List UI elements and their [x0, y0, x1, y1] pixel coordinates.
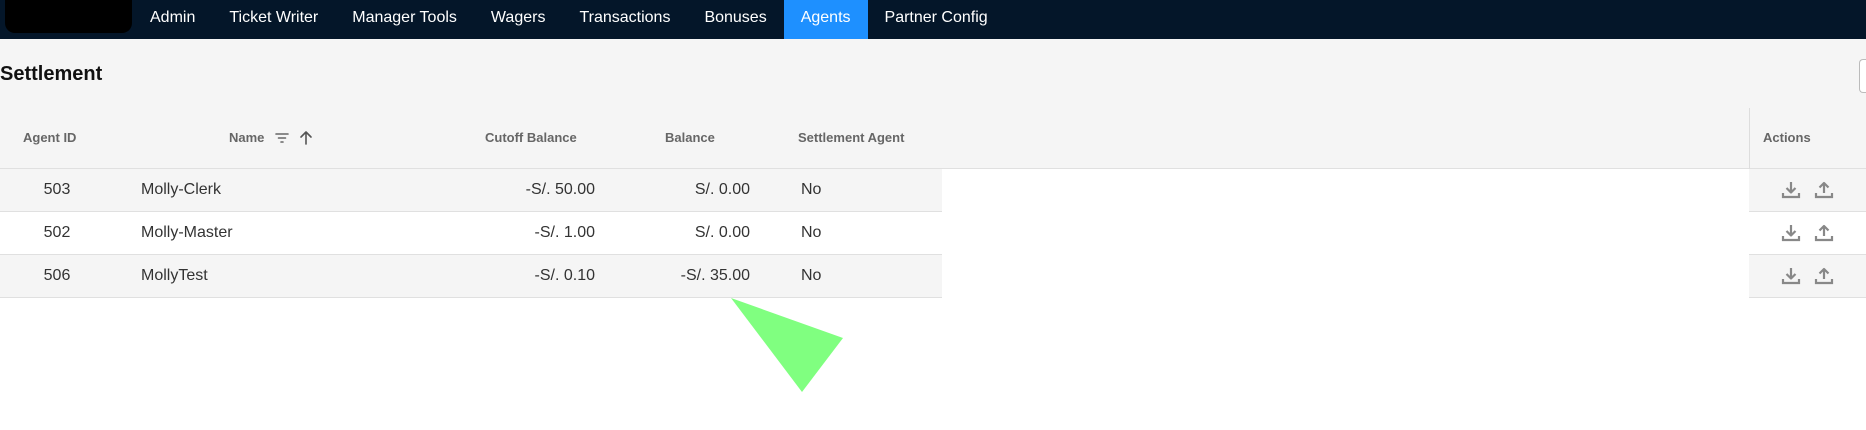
table-row[interactable]: 502 Molly-Master -S/. 1.00 S/. 0.00 No	[0, 212, 942, 255]
actions-divider	[1749, 108, 1750, 169]
nav-item-agents[interactable]: Agents	[783, 0, 868, 39]
header-action-button[interactable]	[1859, 59, 1866, 93]
cell-name: MollyTest	[141, 267, 208, 284]
cell-agent-id: 506	[43, 267, 71, 284]
row-actions	[1749, 255, 1866, 298]
download-icon[interactable]	[1781, 266, 1801, 286]
nav-item-bonuses[interactable]: Bonuses	[687, 0, 783, 39]
cell-agent-id: 502	[43, 224, 71, 241]
page-header: Settlement	[0, 39, 1866, 108]
nav-menu: Admin Ticket Writer Manager Tools Wagers…	[133, 0, 1005, 39]
cell-cutoff-balance: -S/. 1.00	[534, 224, 595, 241]
nav-item-manager-tools[interactable]: Manager Tools	[335, 0, 474, 39]
column-header-agent-id[interactable]: Agent ID	[23, 108, 76, 168]
column-header-name[interactable]: Name	[229, 108, 264, 168]
top-nav: Admin Ticket Writer Manager Tools Wagers…	[0, 0, 1866, 39]
download-icon[interactable]	[1781, 223, 1801, 243]
column-header-settlement-agent[interactable]: Settlement Agent	[798, 108, 904, 168]
nav-item-admin[interactable]: Admin	[133, 0, 212, 39]
row-actions	[1749, 169, 1866, 212]
page-title: Settlement	[0, 63, 103, 85]
column-header-actions: Actions	[1763, 130, 1811, 145]
cell-settlement-agent: No	[801, 267, 822, 284]
column-header-cutoff-balance[interactable]: Cutoff Balance	[485, 108, 577, 168]
nav-item-ticket-writer[interactable]: Ticket Writer	[212, 0, 335, 39]
table-header: Agent ID Name Cutoff Balance Balance Set…	[0, 108, 1866, 169]
nav-item-partner-config[interactable]: Partner Config	[868, 0, 1005, 39]
cell-name: Molly-Master	[141, 224, 233, 241]
download-icon[interactable]	[1781, 180, 1801, 200]
upload-icon[interactable]	[1814, 266, 1834, 286]
logo[interactable]	[5, 0, 132, 33]
nav-item-wagers[interactable]: Wagers	[474, 0, 563, 39]
filter-icon[interactable]	[274, 130, 290, 146]
nav-item-transactions[interactable]: Transactions	[562, 0, 687, 39]
name-column-controls	[274, 130, 314, 146]
row-actions	[1749, 212, 1866, 255]
cell-settlement-agent: No	[801, 181, 822, 198]
cell-balance: -S/. 35.00	[680, 267, 750, 284]
cell-balance: S/. 0.00	[694, 181, 750, 198]
cell-cutoff-balance: -S/. 0.10	[534, 267, 595, 284]
upload-icon[interactable]	[1814, 223, 1834, 243]
table-row[interactable]: 503 Molly-Clerk -S/. 50.00 S/. 0.00 No	[0, 169, 942, 212]
cell-settlement-agent: No	[801, 224, 822, 241]
sort-ascending-icon[interactable]	[298, 130, 314, 146]
cell-cutoff-balance: -S/. 50.00	[525, 181, 595, 198]
column-header-balance[interactable]: Balance	[665, 108, 715, 168]
upload-icon[interactable]	[1814, 180, 1834, 200]
cell-balance: S/. 0.00	[694, 224, 750, 241]
table-row[interactable]: 506 MollyTest -S/. 0.10 -S/. 35.00 No	[0, 255, 942, 298]
cell-agent-id: 503	[43, 181, 71, 198]
cell-name: Molly-Clerk	[141, 181, 221, 198]
